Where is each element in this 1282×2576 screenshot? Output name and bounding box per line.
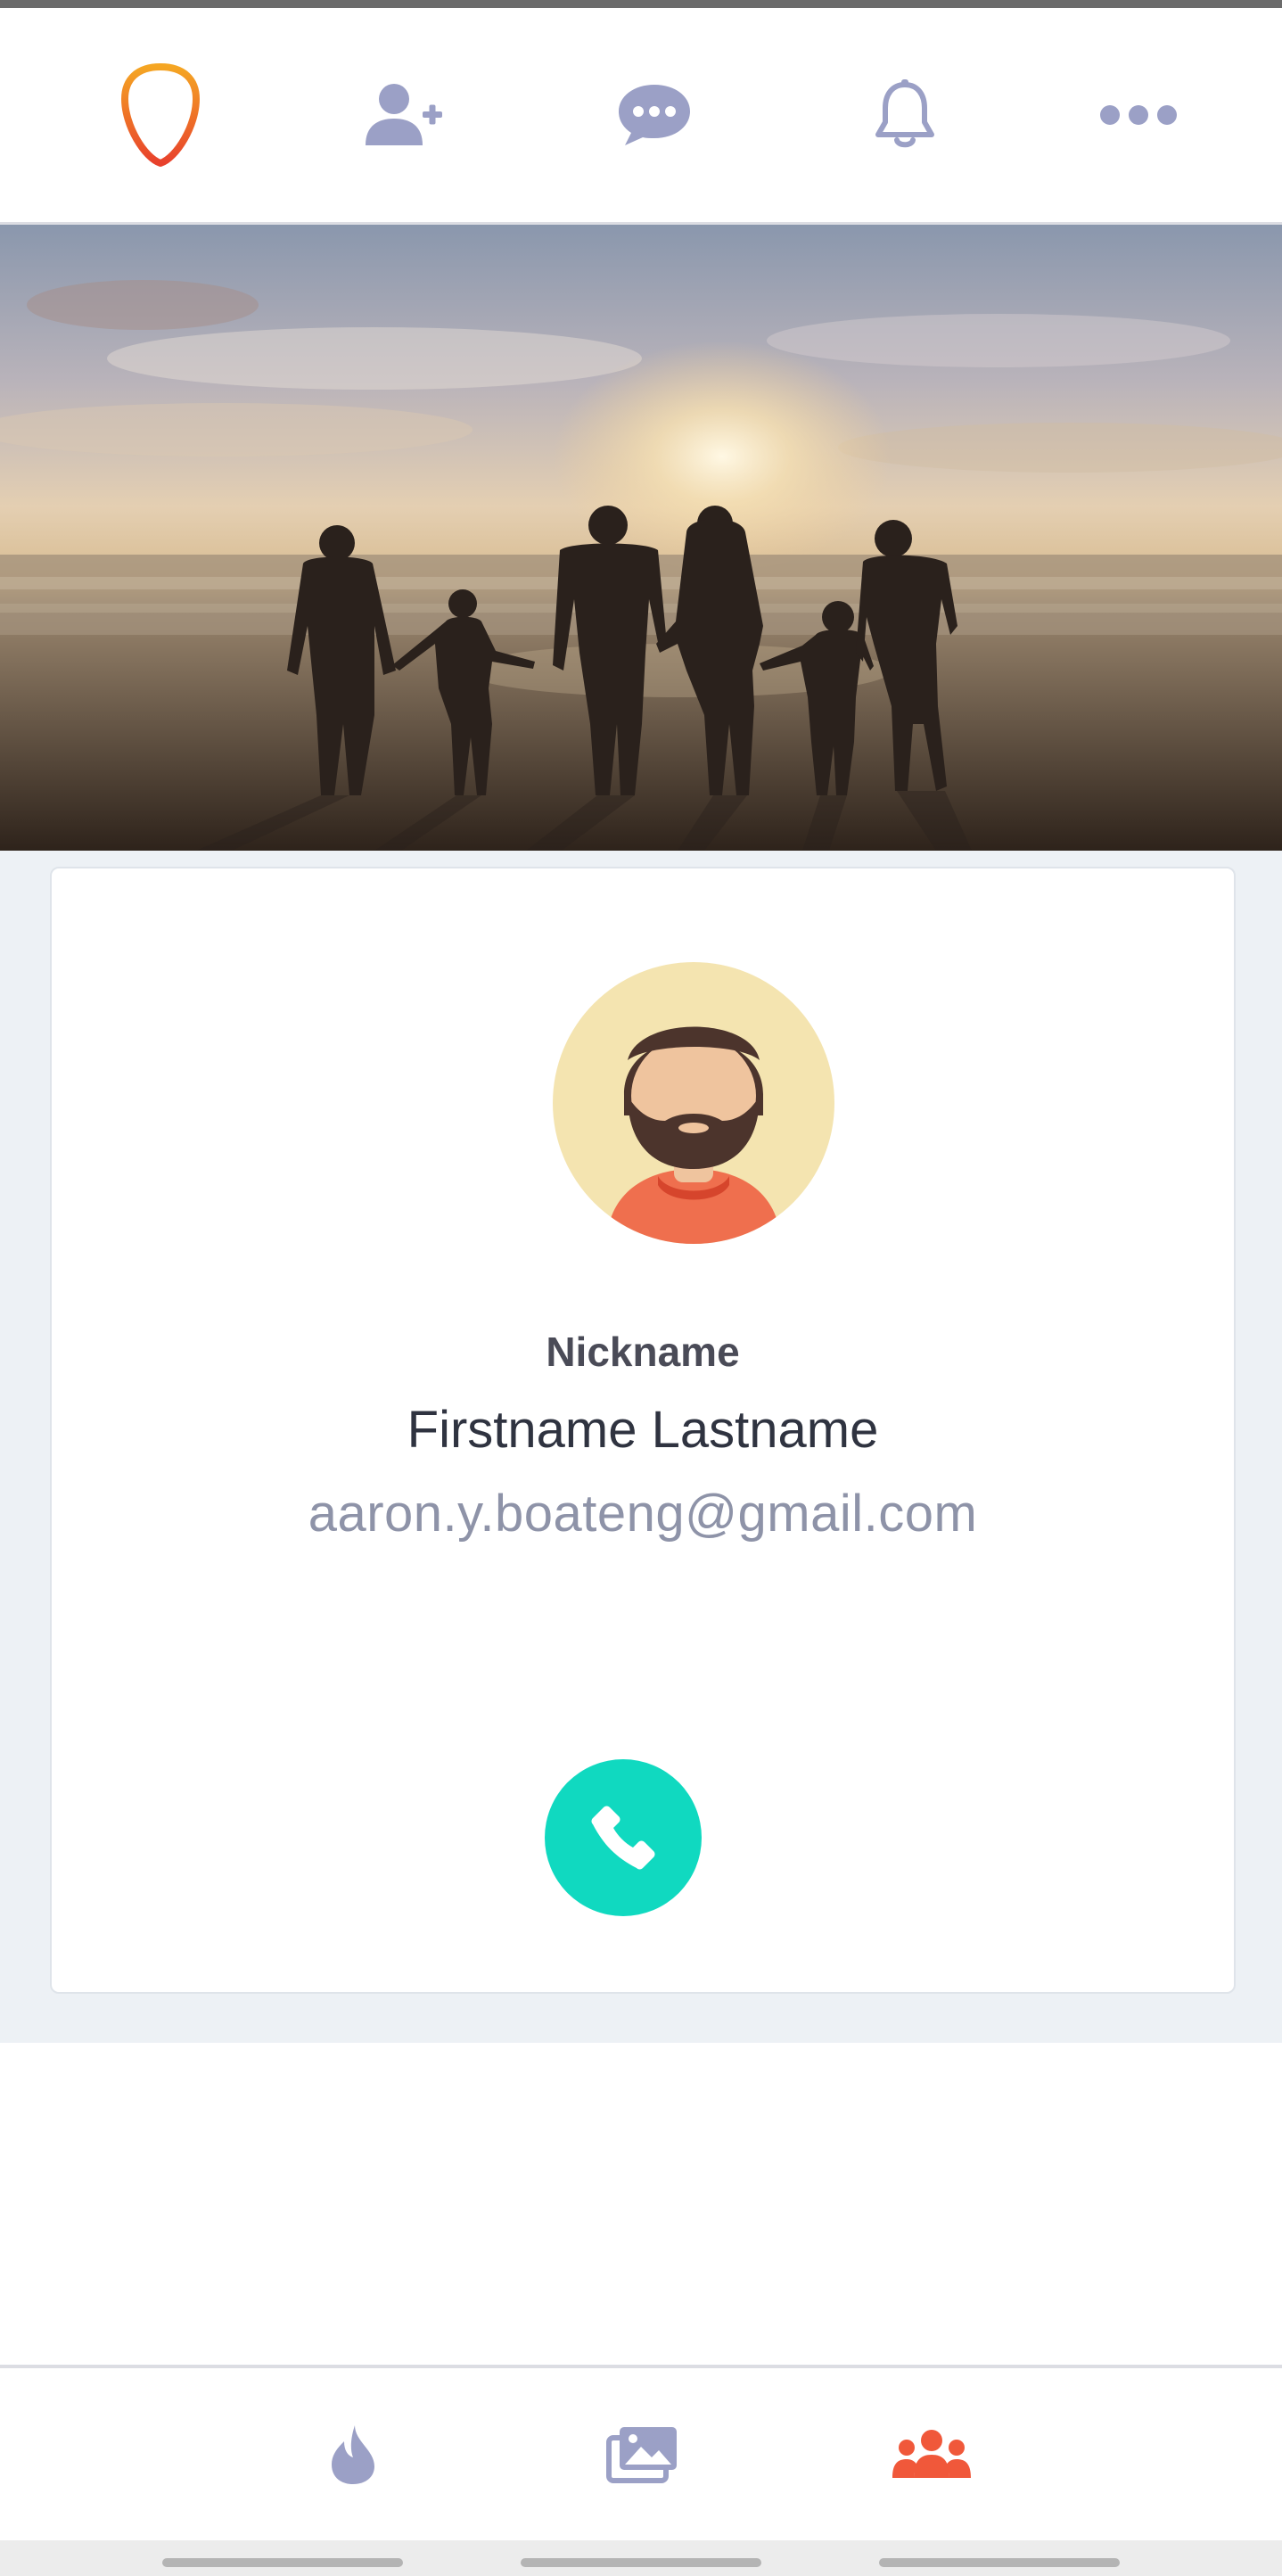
beach-sunset-photo xyxy=(0,225,1282,851)
tab-feed[interactable] xyxy=(282,2368,424,2540)
tab-gallery[interactable] xyxy=(571,2368,713,2540)
app-logo-icon xyxy=(121,63,200,167)
cover-photo xyxy=(0,225,1282,851)
system-nav-bar xyxy=(0,2540,1282,2576)
nav-more[interactable] xyxy=(1049,8,1228,222)
email-address: aaron.y.boateng@gmail.com xyxy=(308,1485,978,1543)
nav-add-friend[interactable] xyxy=(316,8,494,222)
system-pill-center[interactable] xyxy=(521,2558,761,2567)
nav-messages[interactable] xyxy=(565,8,744,222)
photo-gallery-icon xyxy=(606,2426,677,2483)
nickname: Nickname xyxy=(546,1329,740,1375)
avatar[interactable] xyxy=(553,962,834,1244)
system-pill-right[interactable] xyxy=(879,2558,1120,2567)
flame-icon xyxy=(332,2424,374,2484)
bearded-man-avatar-icon xyxy=(553,962,834,1244)
bell-icon xyxy=(875,79,934,148)
chat-bubble-icon xyxy=(619,85,690,145)
app-screen: Nickname Firstname Lastname aaron.y.boat… xyxy=(0,0,1282,2576)
bottom-nav xyxy=(0,2365,1282,2540)
call-button[interactable] xyxy=(545,1759,702,1916)
system-pill-left[interactable] xyxy=(162,2558,403,2567)
nav-home-logo[interactable] xyxy=(71,8,250,222)
tab-contacts[interactable] xyxy=(860,2368,1003,2540)
profile-card: Nickname Firstname Lastname aaron.y.boat… xyxy=(50,867,1236,1994)
full-name: Firstname Lastname xyxy=(407,1401,879,1459)
nav-notifications[interactable] xyxy=(816,8,994,222)
status-strip xyxy=(0,0,1282,8)
more-dots-icon xyxy=(1100,105,1177,125)
phone-icon xyxy=(591,1806,655,1870)
top-nav xyxy=(0,8,1282,225)
add-user-icon xyxy=(366,84,442,145)
group-icon xyxy=(892,2429,971,2478)
